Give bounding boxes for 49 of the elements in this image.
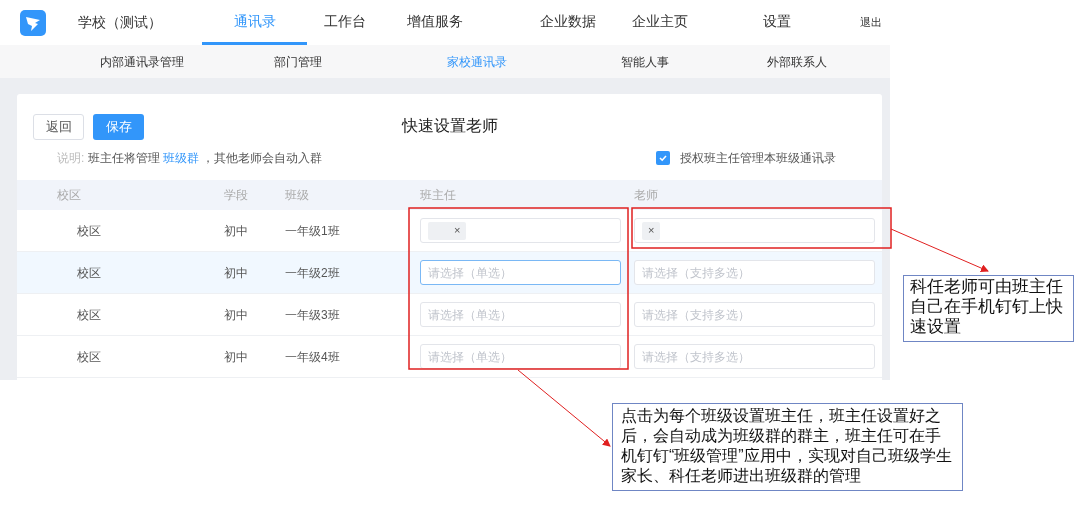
remove-chip[interactable]: × — [642, 221, 661, 240]
logout-link[interactable]: 退出 — [860, 14, 882, 31]
table-cell: 一年级4班 — [285, 349, 340, 364]
select-field[interactable]: × — [420, 218, 621, 243]
nav-tab[interactable]: 企业数据 — [487, 0, 612, 45]
nav-tab[interactable]: 设置 — [707, 0, 847, 45]
column-header: 班主任 — [420, 188, 456, 202]
select-field[interactable]: × — [634, 218, 875, 243]
note-text: 班主任将管理 — [88, 150, 161, 167]
column-header: 老师 — [634, 188, 658, 202]
check-icon — [658, 153, 668, 163]
logo-icon — [20, 9, 46, 36]
column-header: 校区 — [57, 188, 81, 202]
sub-tab[interactable]: 部门管理 — [229, 52, 367, 71]
table-cell: 初中 — [224, 265, 248, 280]
placeholder: 请选择（单选） — [428, 264, 512, 282]
back-button[interactable]: 返回 — [33, 114, 84, 140]
note-label: 说明: — [57, 150, 85, 167]
note-text: ，其他老师会自动入群 — [202, 150, 323, 167]
table-cell: 初中 — [224, 349, 248, 364]
sub-tab[interactable]: 内部通讯录管理 — [55, 52, 229, 71]
annotation-callout: 科任老师可由班主任自己在手机钉钉上快速设置 — [903, 275, 1074, 342]
page-title: 快速设置老师 — [402, 116, 498, 136]
table-cell: 校区 — [77, 349, 101, 364]
table-cell: 校区 — [77, 265, 101, 280]
table-cell: 初中 — [224, 307, 248, 322]
nav-tab[interactable]: 企业主页 — [612, 0, 707, 45]
table-cell: 一年级2班 — [285, 265, 340, 280]
table-cell: 校区 — [77, 223, 101, 238]
table-cell: 初中 — [224, 223, 248, 238]
placeholder: 请选择（单选） — [428, 348, 512, 366]
column-header: 班级 — [285, 188, 309, 202]
checkbox-label: 授权班主任管理本班级通讯录 — [680, 150, 836, 167]
placeholder: 请选择（支持多选） — [642, 306, 750, 324]
nav-tab[interactable]: 增值服务 — [383, 0, 487, 45]
table-cell: 一年级1班 — [285, 223, 340, 238]
table-cell: 校区 — [77, 307, 101, 322]
sub-tab[interactable]: 智能人事 — [587, 52, 703, 71]
column-header: 学段 — [224, 188, 248, 202]
table-cell: 一年级3班 — [285, 307, 340, 322]
checkbox[interactable] — [656, 151, 670, 165]
school-name: 学校（测试） — [78, 13, 162, 32]
placeholder: 请选择（单选） — [428, 306, 512, 324]
placeholder: 请选择（支持多选） — [642, 348, 750, 366]
remove-chip[interactable]: × — [428, 221, 467, 240]
placeholder: 请选择（支持多选） — [642, 264, 750, 282]
nav-tab[interactable]: 工作台 — [307, 0, 383, 45]
annotation-callout: 点击为每个班级设置班主任，班主任设置好之后，会自动成为班级群的群主，班主任可在手机钉钉“班级管理”应用中，实现对自己班级学生家长、科任老师进出班级群的管理 — [612, 403, 963, 491]
sub-tab[interactable]: 外部联系人 — [703, 52, 890, 71]
